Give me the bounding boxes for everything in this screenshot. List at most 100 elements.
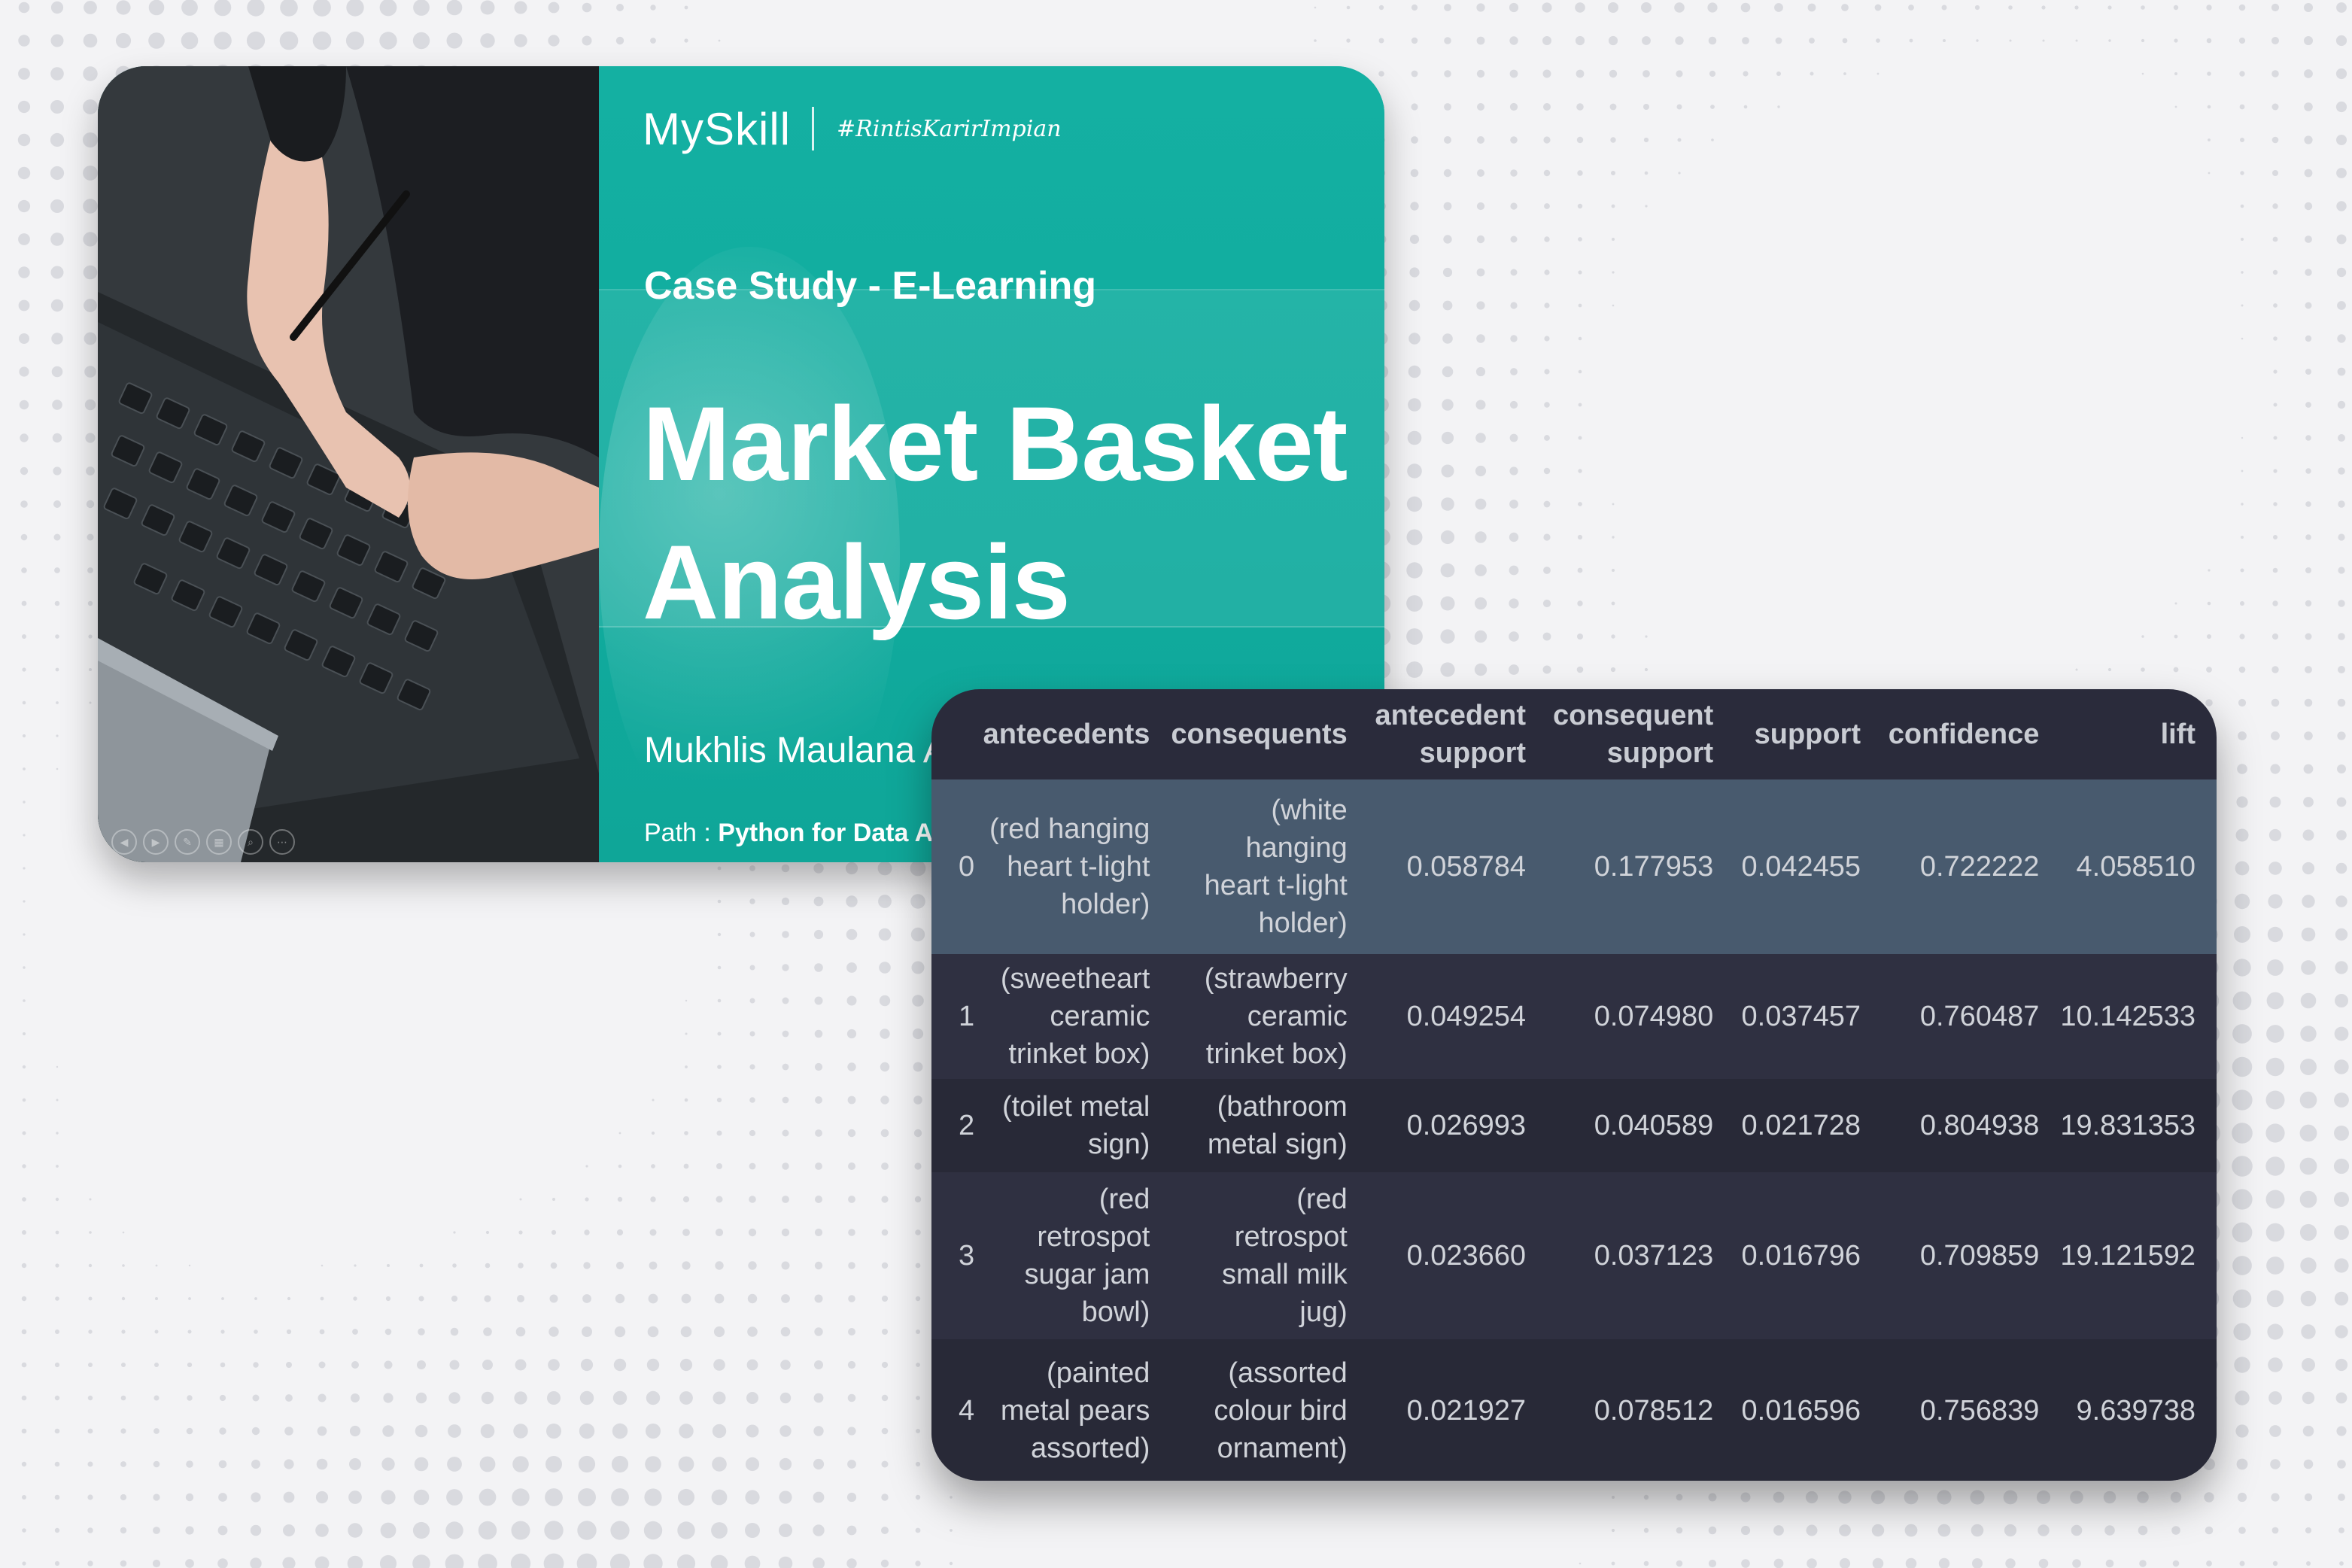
consequents-cell: (assorted colour bird ornament) [1171, 1339, 1368, 1481]
cell-line: (sweetheart [1000, 963, 1150, 995]
myskill-logo: MySkill #RintisKarirImpian [643, 95, 1062, 163]
laptop-photo: ◀ ▶ ✎ ▦ ⌕ ⋯ [98, 66, 599, 862]
cell-line: (white [1271, 795, 1348, 826]
cell-line: (painted [1047, 1357, 1150, 1389]
association-rules-table: antecedents consequents antecedent suppor… [931, 689, 2217, 1481]
slide-controls: ◀ ▶ ✎ ▦ ⌕ ⋯ [111, 829, 295, 855]
laptop-illustration [98, 66, 599, 862]
cell-line: holder) [1258, 907, 1348, 939]
lift-cell: 4.058510 [2076, 851, 2196, 883]
row-index: 3 [959, 1240, 975, 1272]
grid-view-icon[interactable]: ▦ [206, 829, 232, 855]
header-lift: lift [2160, 719, 2196, 750]
case-study-label: Case Study - E-Learning [644, 264, 1096, 308]
cell-line: ceramic [1247, 1001, 1348, 1032]
previous-slide-icon[interactable]: ◀ [111, 829, 137, 855]
consequent-support-cell: 0.040589 [1594, 1110, 1714, 1141]
row-index: 1 [959, 1001, 975, 1032]
header-consequent-support-line1: consequent [1552, 700, 1714, 731]
antecedent-support-cell: 0.023660 [1406, 1240, 1527, 1272]
row-index: 2 [959, 1110, 975, 1141]
consequents-cell: (white hanging heart t-light holder) [1171, 779, 1368, 954]
antecedents-cell: (red retrospot sugar jam bowl) [983, 1172, 1171, 1339]
table-header-row: antecedents consequents antecedent suppor… [931, 689, 2217, 779]
cell-line: trinket box) [1205, 1038, 1348, 1070]
table-row[interactable]: 0 (red hanging heart t-light holder) (whit… [931, 779, 2217, 954]
cell-line: metal pears [1000, 1395, 1150, 1427]
cell-line: heart t-light [1204, 870, 1348, 901]
confidence-cell: 0.756839 [1919, 1395, 2040, 1427]
path-value: Python for Data A [718, 819, 934, 847]
consequents-cell: (strawberry ceramic trinket box) [1171, 954, 1368, 1079]
table-row[interactable]: 3 (red retrospot sugar jam bowl) (red retros… [931, 1172, 2217, 1339]
antecedents-cell: (toilet metal sign) [983, 1079, 1171, 1172]
confidence-cell: 0.709859 [1919, 1240, 2040, 1272]
antecedent-support-cell: 0.058784 [1406, 851, 1527, 883]
path-label: Path : [644, 819, 719, 847]
cell-line: sign) [1088, 1129, 1150, 1160]
confidence-cell: 0.722222 [1919, 851, 2040, 883]
cell-line: (strawberry [1204, 963, 1348, 995]
lift-cell: 19.121592 [2060, 1240, 2196, 1272]
next-slide-icon[interactable]: ▶ [143, 829, 169, 855]
support-cell: 0.016596 [1741, 1395, 1861, 1427]
cell-line: jug) [1299, 1296, 1348, 1328]
table-row[interactable]: 2 (toilet metal sign) (bathroom metal sign… [931, 1079, 2217, 1172]
header-consequents: consequents [1171, 719, 1348, 750]
zoom-icon[interactable]: ⌕ [238, 829, 263, 855]
cell-line: (red hanging [989, 813, 1150, 845]
cell-line: (assorted [1228, 1357, 1348, 1389]
cell-line: holder) [1061, 889, 1150, 920]
title-line-2: Analysis [643, 523, 1071, 641]
rules-dataframe: antecedents consequents antecedent suppor… [931, 689, 2217, 1481]
header-consequent-support: consequent support [1547, 689, 1734, 779]
cell-line: hanging [1245, 832, 1348, 864]
cell-line: small milk [1221, 1259, 1348, 1290]
support-cell: 0.016796 [1741, 1240, 1861, 1272]
cell-line: retrospot [1234, 1221, 1348, 1253]
lift-cell: 19.831353 [2060, 1110, 2196, 1141]
cell-line: colour bird [1214, 1395, 1348, 1427]
lift-cell: 9.639738 [2076, 1395, 2196, 1427]
pen-icon[interactable]: ✎ [175, 829, 200, 855]
brand-hashtag: #RintisKarirImpian [837, 115, 1062, 142]
logo-divider [812, 107, 814, 150]
consequents-cell: (red retrospot small milk jug) [1171, 1172, 1368, 1339]
cell-line: (red [1099, 1184, 1150, 1215]
antecedents-cell: (red hanging heart t-light holder) [983, 779, 1171, 954]
header-antecedent-support-line2: support [1419, 737, 1527, 769]
cell-line: sugar jam [1024, 1259, 1150, 1290]
support-cell: 0.021728 [1741, 1110, 1861, 1141]
more-options-icon[interactable]: ⋯ [269, 829, 295, 855]
antecedents-cell: (sweetheart ceramic trinket box) [983, 954, 1171, 1079]
cell-line: bowl) [1081, 1296, 1150, 1328]
header-antecedent-support: antecedent support [1369, 689, 1547, 779]
cell-line: (red [1296, 1184, 1348, 1215]
header-antecedents: antecedents [983, 719, 1150, 750]
consequents-cell: (bathroom metal sign) [1171, 1079, 1368, 1172]
header-confidence: confidence [1888, 719, 2040, 750]
confidence-cell: 0.760487 [1919, 1001, 2040, 1032]
cell-line: trinket box) [1008, 1038, 1150, 1070]
cell-line: retrospot [1037, 1221, 1150, 1253]
cell-line: heart t-light [1007, 851, 1150, 883]
cell-line: assorted) [1030, 1433, 1150, 1464]
brand-name: MySkill [643, 103, 791, 154]
confidence-cell: 0.804938 [1919, 1110, 2040, 1141]
antecedent-support-cell: 0.026993 [1406, 1110, 1527, 1141]
cell-line: (toilet metal [1001, 1091, 1150, 1123]
row-index: 4 [959, 1395, 975, 1427]
lift-cell: 10.142533 [2060, 1001, 2196, 1032]
table-row[interactable]: 4 (painted metal pears assorted) (assorted… [931, 1339, 2217, 1481]
consequent-support-cell: 0.074980 [1594, 1001, 1714, 1032]
support-cell: 0.042455 [1741, 851, 1861, 883]
antecedents-cell: (painted metal pears assorted) [983, 1339, 1171, 1481]
title-line-1: Market Basket [643, 384, 1348, 503]
header-support: support [1754, 719, 1861, 750]
consequent-support-cell: 0.037123 [1594, 1240, 1714, 1272]
slide-title: Market Basket Analysis [643, 375, 1365, 652]
cell-line: ornament) [1217, 1433, 1348, 1464]
cell-line: metal sign) [1207, 1129, 1348, 1160]
antecedent-support-cell: 0.049254 [1406, 1001, 1527, 1032]
table-row[interactable]: 1 (sweetheart ceramic trinket box) (strawb… [931, 954, 2217, 1079]
